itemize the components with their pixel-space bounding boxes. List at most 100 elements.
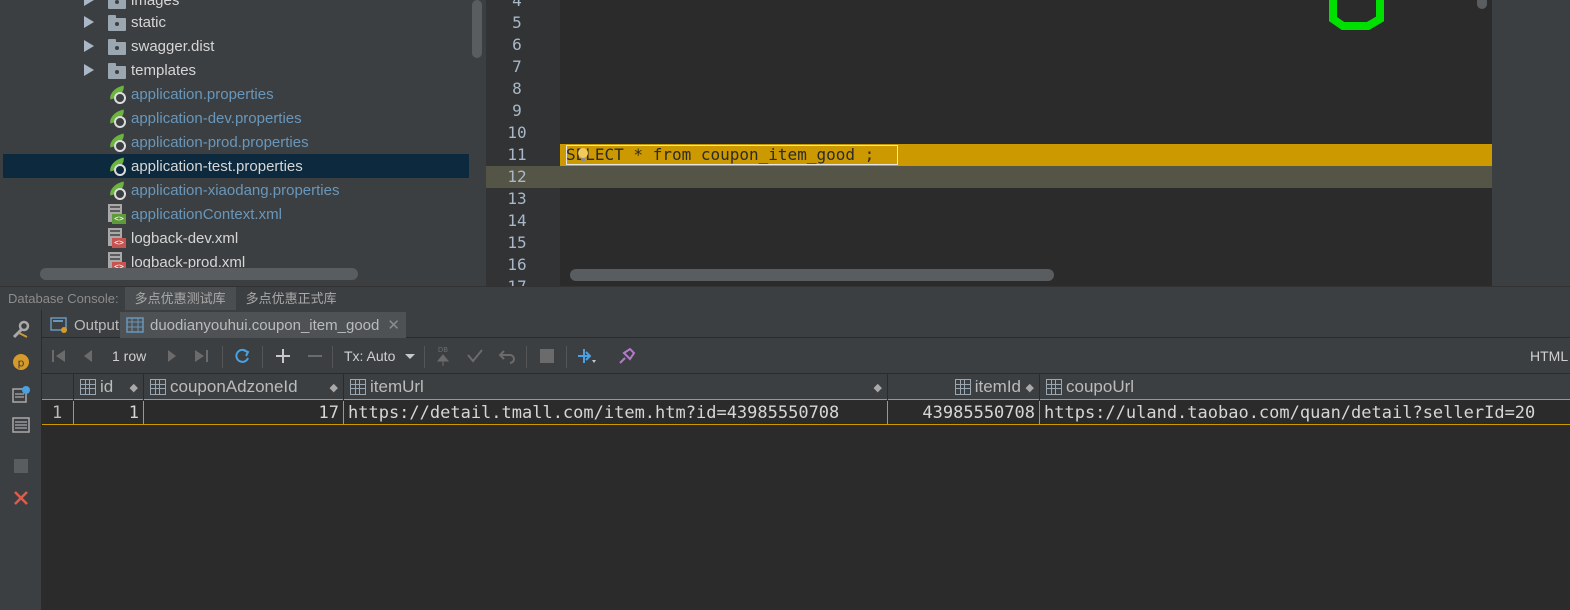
- add-row-icon[interactable]: [274, 347, 292, 365]
- db-commit-icon[interactable]: DB: [434, 345, 452, 367]
- tree-item-application-prod-properties[interactable]: application-prod.properties: [0, 130, 470, 154]
- tree-horizontal-scrollbar[interactable]: [40, 268, 358, 280]
- console-tab-test-db[interactable]: 多点优惠测试库: [124, 286, 236, 311]
- toolbar-separator: [424, 346, 425, 368]
- tree-item-swagger-dist[interactable]: swagger.dist: [0, 34, 470, 58]
- line-number: 9: [512, 101, 522, 120]
- cell-item-id[interactable]: 43985550708: [888, 401, 1040, 425]
- cell-coupon-adzone-id[interactable]: 17: [144, 401, 344, 425]
- sort-icon[interactable]: ◆: [874, 381, 882, 394]
- next-page-icon[interactable]: [164, 347, 180, 365]
- tree-item-application-xiaodang-properties[interactable]: application-xiaodang.properties: [0, 178, 470, 202]
- results-grid[interactable]: id ◆ couponAdzoneId ◆ itemUrl ◆ itemId ◆…: [42, 374, 1570, 610]
- results-tabs-row: Output duodianyouhui.coupon_item_good ✕: [42, 310, 1570, 338]
- toolbar-separator: [566, 346, 567, 368]
- tree-item-label: swagger.dist: [131, 37, 215, 55]
- power-badge-icon: [114, 92, 126, 104]
- tree-item-templates[interactable]: templates: [0, 58, 470, 82]
- last-page-icon[interactable]: [192, 347, 212, 365]
- column-header-label: id: [100, 377, 114, 396]
- folder-icon: [108, 63, 126, 79]
- refresh-icon[interactable]: [232, 347, 252, 365]
- chevron-down-icon[interactable]: [404, 347, 416, 365]
- xml-file-icon: <>: [108, 228, 126, 248]
- cell-id[interactable]: 1: [74, 401, 144, 425]
- close-tab-icon[interactable]: ✕: [387, 316, 400, 334]
- export-format-label[interactable]: HTML: [1530, 348, 1568, 364]
- expand-arrow-icon[interactable]: [84, 16, 94, 28]
- close-red-icon[interactable]: [11, 488, 31, 508]
- tree-item-label: applicationContext.xml: [131, 205, 282, 223]
- tab-output[interactable]: Output: [44, 312, 123, 338]
- line-number: 10: [507, 123, 527, 142]
- sql-statement[interactable]: SELECT * from coupon_item_good ;: [566, 144, 874, 166]
- first-page-icon[interactable]: [50, 347, 68, 365]
- column-icon: [350, 379, 366, 395]
- submit-check-icon[interactable]: [466, 347, 484, 365]
- tree-item-logback-dev-xml[interactable]: <> logback-dev.xml: [0, 226, 470, 250]
- tree-item-application-test-properties[interactable]: application-test.properties: [3, 154, 469, 178]
- line-number: 4: [512, 0, 522, 10]
- tree-item-application-context-xml[interactable]: <> applicationContext.xml: [0, 202, 470, 226]
- tab-output-label: Output: [74, 316, 120, 334]
- column-header-label: itemId: [974, 377, 1021, 396]
- db-badge-text: DB: [438, 346, 448, 354]
- previous-page-icon[interactable]: [80, 347, 96, 365]
- column-icon: [1046, 379, 1062, 395]
- folder-icon: [108, 0, 126, 9]
- column-header-coupo-url[interactable]: coupoUrl: [1040, 374, 1570, 400]
- database-console-label: Database Console:: [8, 291, 119, 306]
- tree-item-static[interactable]: static: [0, 10, 470, 34]
- line-number: 14: [507, 211, 527, 230]
- tree-item-application-properties[interactable]: application.properties: [0, 82, 470, 106]
- tree-item-label: images: [131, 0, 180, 9]
- table-row[interactable]: 1 1 17 https://detail.tmall.com/item.htm…: [42, 401, 1570, 425]
- sort-icon[interactable]: ◆: [130, 381, 138, 394]
- row-number[interactable]: 1: [42, 401, 74, 425]
- column-header-coupon-adzone-id[interactable]: couponAdzoneId ◆: [144, 374, 344, 400]
- stop-query-icon[interactable]: [538, 347, 556, 365]
- expand-arrow-icon[interactable]: [84, 0, 94, 6]
- tab-table-label: duodianyouhui.coupon_item_good: [150, 316, 380, 334]
- spring-xml-file-icon: <>: [108, 204, 126, 224]
- tree-item-label: application.properties: [131, 85, 274, 103]
- transaction-mode-select[interactable]: Tx: Auto: [344, 348, 395, 364]
- parameters-icon[interactable]: p: [11, 352, 31, 372]
- expand-arrow-icon[interactable]: [84, 64, 94, 76]
- sql-editor[interactable]: [560, 0, 1492, 286]
- cell-coupo-url[interactable]: https://uland.taobao.com/quan/detail?sel…: [1040, 401, 1570, 425]
- sort-icon[interactable]: ◆: [1026, 381, 1034, 394]
- tree-item-application-dev-properties[interactable]: application-dev.properties: [0, 106, 470, 130]
- tab-coupon-item-good[interactable]: duodianyouhui.coupon_item_good ✕: [120, 312, 406, 338]
- tree-item-label: application-dev.properties: [131, 109, 302, 127]
- project-tree[interactable]: images static swagger.dist templates app…: [0, 0, 486, 286]
- stop-icon[interactable]: [11, 456, 31, 476]
- add-view-icon[interactable]: [11, 385, 31, 405]
- delete-row-icon[interactable]: [306, 347, 324, 365]
- layout-icon[interactable]: [11, 415, 31, 435]
- editor-horizontal-scrollbar[interactable]: [570, 269, 1054, 281]
- cell-item-url[interactable]: https://detail.tmall.com/item.htm?id=439…: [344, 401, 888, 425]
- line-number: 17: [492, 276, 542, 286]
- settings-tools-icon[interactable]: [11, 320, 31, 340]
- tree-item-label: static: [131, 13, 167, 31]
- column-header-item-url[interactable]: itemUrl ◆: [344, 374, 888, 400]
- lightbulb-icon[interactable]: [577, 148, 589, 162]
- compare-arrows-icon[interactable]: [576, 347, 598, 365]
- pin-tab-icon[interactable]: [616, 347, 636, 365]
- expand-arrow-icon[interactable]: [84, 40, 94, 52]
- sort-icon[interactable]: ◆: [330, 381, 338, 394]
- column-header-id[interactable]: id ◆: [74, 374, 144, 400]
- tree-item-label: application-prod.properties: [131, 133, 309, 151]
- current-line-highlight: [486, 166, 1492, 188]
- tree-vertical-scrollbar[interactable]: [472, 0, 482, 58]
- column-header-item-id[interactable]: itemId ◆: [888, 374, 1040, 400]
- row-count-label[interactable]: 1 row: [112, 348, 146, 364]
- toolbar-separator: [222, 346, 223, 368]
- console-tab-prod-db[interactable]: 多点优惠正式库: [236, 287, 347, 311]
- column-icon: [150, 379, 166, 395]
- results-toolbar: 1 row Tx: Auto DB HTML: [42, 338, 1570, 374]
- revert-icon[interactable]: [498, 347, 516, 365]
- line-number: 11: [507, 145, 527, 164]
- column-icon: [954, 379, 971, 395]
